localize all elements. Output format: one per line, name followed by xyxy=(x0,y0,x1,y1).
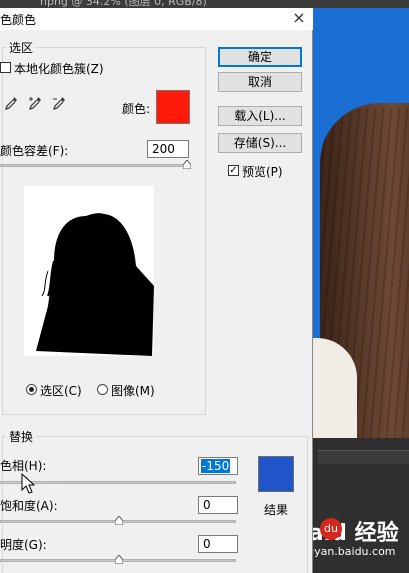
ok-button[interactable]: 确定 xyxy=(218,47,302,67)
selection-mask-preview xyxy=(36,213,154,356)
hue-value: -150 xyxy=(201,459,231,473)
document-tab-bar: hpng @ 34.2% (图层 0, RGB/8) xyxy=(0,0,409,8)
selection-view-label[interactable]: 选区(C) xyxy=(40,382,82,399)
preview-label[interactable]: 预览(P) xyxy=(242,163,283,180)
fuzziness-label: 颜色容差(F): xyxy=(0,144,69,158)
load-button[interactable]: 载入(L)... xyxy=(218,106,302,126)
result-color-swatch[interactable] xyxy=(258,456,294,492)
image-view-label[interactable]: 图像(M) xyxy=(111,382,155,399)
saturation-input[interactable]: 0 xyxy=(198,496,238,514)
selection-color-swatch[interactable] xyxy=(156,90,190,124)
hue-label: 色相(H): xyxy=(0,459,47,473)
color-label: 颜色: xyxy=(122,102,151,116)
dialog-title: 色颜色 xyxy=(0,13,37,27)
fuzziness-input[interactable]: 200 xyxy=(147,140,189,158)
saturation-label: 饱和度(A): xyxy=(0,499,58,513)
localized-clusters-label[interactable]: 本地化颜色簇(Z) xyxy=(14,60,104,77)
selection-preview[interactable] xyxy=(24,186,154,356)
hue-input[interactable]: -150 xyxy=(198,457,238,475)
document-canvas[interactable] xyxy=(312,8,409,438)
eyedropper-minus-icon[interactable] xyxy=(52,96,66,112)
image-view-radio[interactable] xyxy=(97,384,108,395)
lightness-input[interactable]: 0 xyxy=(198,535,238,553)
save-button[interactable]: 存储(S)... xyxy=(218,133,302,153)
dialog-titlebar[interactable]: 色颜色 × xyxy=(0,8,313,30)
replace-color-dialog: 色颜色 × 选区 本地化颜色簇(Z) 颜色: 颜色容差(F): 200 选区(C… xyxy=(0,8,313,573)
fuzziness-slider-thumb[interactable] xyxy=(183,160,191,169)
replace-group-label: 替换 xyxy=(6,428,37,445)
paw-icon: du xyxy=(320,518,342,540)
localized-clusters-checkbox[interactable] xyxy=(0,62,11,73)
eyedropper-icon[interactable] xyxy=(4,96,18,112)
close-icon[interactable]: × xyxy=(290,9,308,27)
result-label: 结果 xyxy=(264,503,289,517)
fuzziness-slider-track[interactable] xyxy=(0,164,190,167)
preview-checkbox[interactable]: ✓ xyxy=(228,165,239,176)
panel-scrollbar[interactable] xyxy=(318,450,409,464)
lightness-label: 明度(G): xyxy=(0,538,47,552)
lightness-slider-thumb[interactable] xyxy=(115,555,123,564)
eyedropper-plus-icon[interactable] xyxy=(28,96,42,112)
saturation-slider-thumb[interactable] xyxy=(115,516,123,525)
mouse-cursor-icon xyxy=(21,473,36,494)
cancel-button[interactable]: 取消 xyxy=(218,72,302,92)
selection-group-label: 选区 xyxy=(6,39,37,56)
selection-view-radio[interactable] xyxy=(26,384,37,395)
